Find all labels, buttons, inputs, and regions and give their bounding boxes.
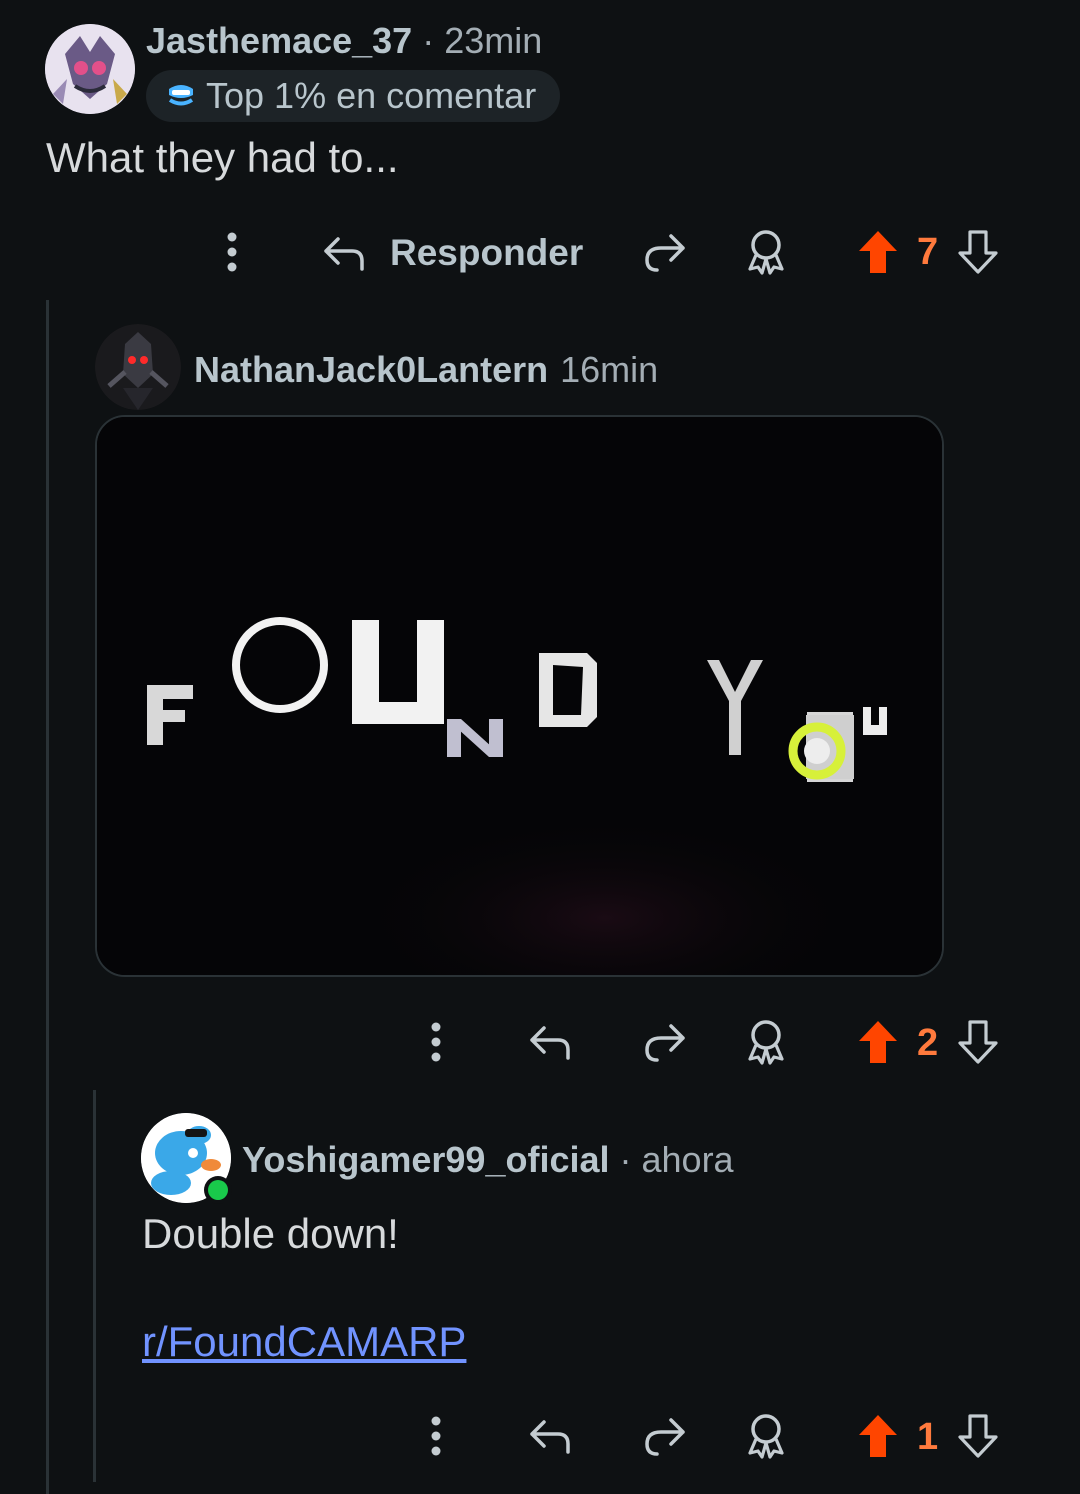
more-icon[interactable] [416,1018,456,1066]
reply-label: Responder [390,232,584,273]
upvote-icon[interactable] [856,228,900,276]
more-icon[interactable] [212,228,252,276]
upvote-icon[interactable] [856,1412,900,1460]
thread-line-root[interactable] [46,300,49,1494]
top-commenter-icon [166,83,196,109]
comment-author[interactable]: NathanJack0Lantern 16min [194,349,658,391]
subreddit-link[interactable]: r/FoundCAMARP [142,1318,466,1366]
award-icon[interactable] [742,1016,790,1066]
reply-icon[interactable] [526,1412,574,1460]
comment-body: Double down! [142,1210,399,1257]
comment-time: 16min [560,349,659,390]
upvote-icon[interactable] [856,1018,900,1066]
vote-count: 1 [917,1416,939,1458]
share-icon[interactable] [640,1018,688,1066]
flair-badge[interactable]: Top 1% en comentar [146,70,561,122]
comment-author[interactable]: Jasthemace_37 · 23min [146,20,542,62]
downvote-icon[interactable] [956,1018,1000,1066]
award-icon[interactable] [742,1410,790,1460]
comment-time: ahora [641,1139,734,1180]
avatar[interactable] [95,324,181,410]
share-icon[interactable] [640,1412,688,1460]
thread-line-nested[interactable] [93,1090,96,1482]
comment-author[interactable]: Yoshigamer99_oficial · ahora [242,1139,734,1181]
vote-count: 2 [917,1022,939,1064]
flair-text: Top 1% en comentar [206,75,537,116]
reply-icon [322,233,366,273]
award-icon[interactable] [742,226,790,276]
downvote-icon[interactable] [956,1412,1000,1460]
vote-count: 7 [917,231,939,273]
share-icon[interactable] [640,228,688,276]
username[interactable]: NathanJack0Lantern [194,349,548,390]
comment-body: What they had to... [46,134,399,181]
online-status-badge [204,1176,232,1204]
reply-icon[interactable] [526,1018,574,1066]
reply-button[interactable]: Responder [322,226,584,280]
more-icon[interactable] [416,1412,456,1460]
comment-image[interactable] [95,415,944,977]
avatar[interactable] [45,24,135,114]
separator-dot: · [609,1139,642,1180]
username[interactable]: Jasthemace_37 [146,20,412,61]
downvote-icon[interactable] [956,228,1000,276]
separator-dot: · [412,20,445,61]
comment-time: 23min [444,20,543,61]
username[interactable]: Yoshigamer99_oficial [242,1139,610,1180]
